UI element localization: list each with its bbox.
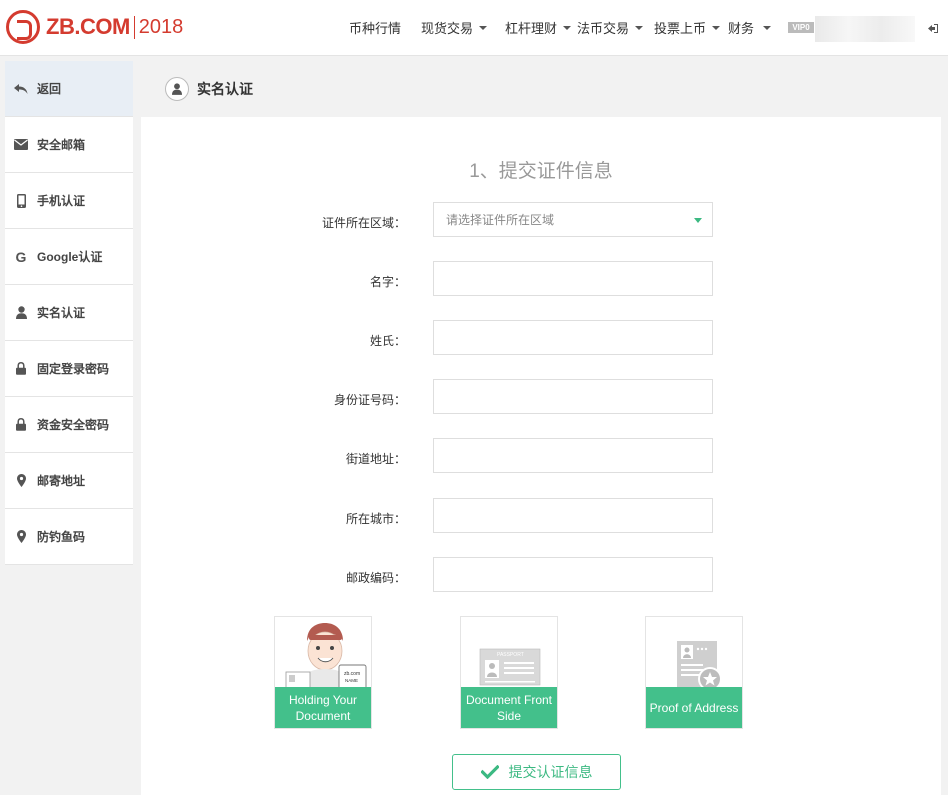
sidebar-item-label: 固定登录密码 bbox=[37, 362, 110, 376]
upload-proof-of-address[interactable]: Proof of Address bbox=[645, 616, 743, 729]
sidebar-item-anti-phishing[interactable]: 防钓鱼码 bbox=[5, 509, 133, 565]
id-number-label: 身份证号码： bbox=[333, 393, 406, 407]
sidebar-item-label: Google认证 bbox=[37, 250, 103, 264]
sidebar-item-label: 邮寄地址 bbox=[37, 474, 86, 488]
user-icon bbox=[13, 305, 29, 321]
envelope-icon bbox=[13, 137, 29, 153]
map-marker-icon bbox=[13, 473, 29, 489]
city-field[interactable] bbox=[433, 498, 713, 533]
first-name-field[interactable] bbox=[433, 261, 713, 296]
sidebar-item-label: 返回 bbox=[37, 82, 62, 96]
street-address-label: 街道地址： bbox=[345, 452, 406, 466]
caret-down-icon bbox=[712, 25, 721, 30]
caret-down-icon bbox=[635, 25, 644, 30]
vip-badge: VIP0 bbox=[788, 22, 814, 33]
nav-spot-trading[interactable]: 现货交易 bbox=[421, 18, 488, 37]
card-subtext: NAME bbox=[345, 678, 358, 683]
nav-label: 杠杆理财 bbox=[505, 21, 558, 36]
sidebar-item-google-auth[interactable]: G Google认证 bbox=[5, 229, 133, 285]
region-select[interactable]: 请选择证件所在区域 bbox=[433, 202, 713, 237]
upload-label: Document Front Side bbox=[461, 687, 557, 728]
lock-icon bbox=[13, 417, 29, 433]
nav-vote-listing[interactable]: 投票上币 bbox=[654, 18, 721, 37]
check-icon bbox=[480, 765, 499, 779]
upload-label: Holding Your Document bbox=[275, 687, 371, 728]
submit-label: 提交认证信息 bbox=[508, 764, 593, 780]
nav-margin[interactable]: 杠杆理财 bbox=[505, 18, 572, 37]
sidebar-item-label: 安全邮箱 bbox=[37, 138, 86, 152]
step-title: 1、提交证件信息 bbox=[469, 161, 613, 182]
card-text: PASSPORT bbox=[497, 652, 524, 658]
region-placeholder: 请选择证件所在区域 bbox=[446, 213, 555, 227]
zb-logo-mark-icon bbox=[6, 10, 40, 44]
sidebar-item-mailing-address[interactable]: 邮寄地址 bbox=[5, 453, 133, 509]
page-title: 实名认证 bbox=[197, 80, 253, 97]
zb-logo[interactable]: ZB.COM 2018 bbox=[6, 10, 183, 44]
logo-text: ZB.COM bbox=[46, 14, 130, 39]
nav-label: 法币交易 bbox=[577, 21, 630, 36]
person-holding-document-icon: zb.com NAME bbox=[275, 617, 371, 689]
nav-label: 现货交易 bbox=[421, 21, 474, 36]
passport-icon: PASSPORT bbox=[461, 617, 557, 689]
nav-label: 币种行情 bbox=[349, 21, 402, 36]
caret-down-icon bbox=[563, 25, 572, 30]
map-marker-icon bbox=[13, 529, 29, 545]
sidebar-item-mobile-auth[interactable]: 手机认证 bbox=[5, 173, 133, 229]
nav-label: 财务 bbox=[728, 21, 755, 36]
top-header: ZB.COM 2018 币种行情 现货交易 杠杆理财 法币交易 投票上币 财务 … bbox=[0, 0, 948, 56]
logo-year: 2018 bbox=[133, 15, 183, 39]
id-number-field[interactable] bbox=[433, 379, 713, 414]
postal-code-label: 邮政编码： bbox=[345, 571, 406, 585]
sidebar: 返回 安全邮箱 手机认证 G Google认证 实名认证 固定登录密码 资金安全… bbox=[5, 61, 133, 565]
blurred-username[interactable] bbox=[815, 16, 915, 42]
nav-finance[interactable]: 财务 bbox=[728, 18, 772, 37]
back-arrow-icon bbox=[13, 81, 29, 97]
caret-down-icon bbox=[763, 25, 772, 30]
card-text: zb.com bbox=[344, 671, 360, 677]
sidebar-item-label: 手机认证 bbox=[37, 194, 86, 208]
logout-icon[interactable] bbox=[928, 24, 938, 33]
region-label: 证件所在区域： bbox=[321, 216, 406, 230]
certificate-icon bbox=[646, 617, 742, 689]
nav-market[interactable]: 币种行情 bbox=[349, 18, 401, 37]
sidebar-item-label: 资金安全密码 bbox=[37, 418, 110, 432]
sidebar-item-security-email[interactable]: 安全邮箱 bbox=[5, 117, 133, 173]
last-name-label: 姓氏： bbox=[369, 334, 406, 348]
sidebar-item-fund-password[interactable]: 资金安全密码 bbox=[5, 397, 133, 453]
sidebar-item-label: 实名认证 bbox=[37, 306, 86, 320]
sidebar-item-label: 防钓鱼码 bbox=[37, 530, 86, 544]
mobile-icon bbox=[13, 193, 29, 209]
upload-label: Proof of Address bbox=[646, 687, 742, 728]
upload-holding-document[interactable]: zb.com NAME Holding Your Document bbox=[274, 616, 372, 729]
first-name-label: 名字： bbox=[369, 275, 406, 289]
nav-fiat-trading[interactable]: 法币交易 bbox=[577, 18, 644, 37]
street-address-field[interactable] bbox=[433, 438, 713, 473]
sidebar-item-back[interactable]: 返回 bbox=[5, 61, 133, 117]
city-label: 所在城市： bbox=[345, 512, 406, 526]
caret-down-icon bbox=[694, 218, 702, 223]
submit-verification-button[interactable]: 提交认证信息 bbox=[452, 754, 621, 790]
google-icon: G bbox=[15, 248, 27, 265]
lock-icon bbox=[13, 361, 29, 377]
nav-label: 投票上币 bbox=[654, 21, 707, 36]
page-title-bar: 实名认证 bbox=[141, 61, 941, 116]
user-circle-icon bbox=[165, 76, 189, 101]
last-name-field[interactable] bbox=[433, 320, 713, 355]
caret-down-icon bbox=[479, 25, 488, 30]
upload-document-front[interactable]: PASSPORT Document Front Side bbox=[460, 616, 558, 729]
sidebar-item-realname-auth[interactable]: 实名认证 bbox=[5, 285, 133, 341]
postal-code-field[interactable] bbox=[433, 557, 713, 592]
sidebar-item-login-password[interactable]: 固定登录密码 bbox=[5, 341, 133, 397]
